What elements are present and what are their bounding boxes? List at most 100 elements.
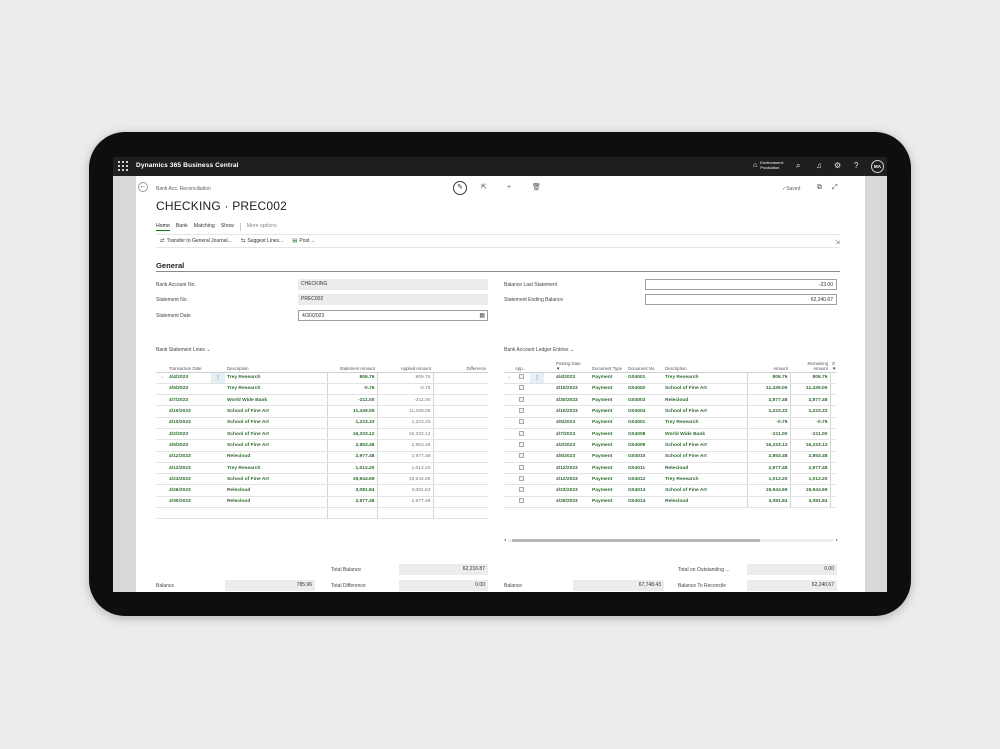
row-actions-cell[interactable] [530,496,544,509]
description-cell[interactable]: Trey Research [225,383,327,396]
row-actions-cell[interactable] [211,473,225,486]
filter-icon[interactable]: ▼ [556,366,560,371]
transaction-date-cell[interactable]: 4/10/2023 [167,417,211,429]
tab-show[interactable]: Show [221,223,234,231]
suggest-lines-button[interactable]: ⇆ Suggest Lines... [241,238,283,244]
posting-date-cell[interactable]: 4/29/2023 [554,496,590,509]
table-row[interactable]: 4/5/2023 Trey Research -0.76 -0.76 [156,383,488,396]
applied-cell[interactable] [513,428,530,441]
statement-amount-cell[interactable]: -211.00 [326,394,377,407]
posting-date-cell[interactable]: 4/12/2023 [554,473,590,486]
statement-amount-cell[interactable]: 2,853.48 [326,439,377,452]
document-type-cell[interactable]: Payment [590,473,626,486]
document-no-cell[interactable]: G04010 [626,451,663,463]
transaction-date-cell[interactable]: 4/12/2023 [167,462,211,475]
remaining-amount-cell[interactable]: 3,081.84 [789,496,830,509]
statement-amount-cell[interactable]: -0.76 [326,383,377,396]
table-row[interactable]: 4/23/2023 School of Fine Art 19,944.69 19,9… [156,473,488,486]
document-no-cell[interactable]: G04003 [626,394,663,407]
document-no-cell[interactable]: G04001 [626,417,663,429]
empty-cell[interactable] [225,507,327,520]
applied-checkbox[interactable] [519,374,524,380]
transaction-date-cell[interactable]: 4/12/2023 [167,451,211,463]
col-applied[interactable]: App... [513,358,530,373]
ledger-description-cell[interactable]: Relecloud [663,394,747,407]
amount-cell[interactable]: 2,977.48 [746,462,790,475]
row-actions-cell[interactable] [530,394,544,407]
table-row[interactable]: → 4/4/2023 ⋮ Trey Research 809.76 809.76 [156,372,488,384]
applied-cell[interactable] [513,451,530,463]
more-icon[interactable]: ⋮ [535,376,540,381]
ledger-description-cell[interactable]: Trey Research [663,417,747,429]
description-cell[interactable]: Trey Research [225,372,327,384]
applied-checkbox[interactable] [519,453,524,459]
ledger-description-cell[interactable]: World Wide Bank [663,428,747,441]
remaining-amount-cell[interactable]: 1,223.33 [789,405,830,418]
posting-date-cell[interactable]: 4/30/2023 [554,394,590,407]
add-icon[interactable]: + [507,183,511,193]
posting-date-cell[interactable]: 4/2/2023 [554,439,590,452]
description-cell[interactable]: Trey Research [225,462,327,475]
applied-checkbox[interactable] [519,498,524,504]
document-no-cell[interactable]: G04002 [626,383,663,396]
statement-amount-cell[interactable]: 2,877.48 [326,496,377,509]
table-row[interactable]: 4/12/2023 Relecloud 2,977.48 2,977.48 [156,451,488,463]
row-actions-cell[interactable] [530,484,544,497]
help-icon[interactable]: ? [854,161,858,171]
table-row[interactable]: 4/30/2023 Payment G04003 Relecloud 2,877.48 2… [504,394,836,407]
table-row[interactable]: 4/26/2023 Relecloud 3,081.84 3,081.84 [156,484,488,497]
row-actions-cell[interactable] [211,439,225,452]
document-type-cell[interactable]: Payment [590,417,626,429]
amount-cell[interactable]: 809.76 [746,372,790,384]
table-row[interactable]: 4/5/2023 Payment G04010 School of Fine Art 2… [504,451,836,463]
document-type-cell[interactable]: Payment [590,484,626,497]
row-actions-cell[interactable] [530,473,544,486]
transaction-date-cell[interactable]: 4/5/2023 [167,383,211,396]
edit-icon[interactable]: ✎ [453,181,467,195]
ledger-description-cell[interactable]: School of Fine Art [663,484,747,497]
document-type-cell[interactable]: Payment [590,383,626,396]
empty-cell[interactable] [376,507,433,520]
section-general-title[interactable]: General [156,261,184,270]
document-type-cell[interactable]: Payment [590,372,626,384]
description-cell[interactable]: School of Fine Art [225,405,327,418]
row-actions-cell[interactable] [211,383,225,396]
remaining-amount-cell[interactable]: -211.00 [789,428,830,441]
scroll-left-icon[interactable]: ◂ [504,537,506,542]
document-no-cell[interactable]: G04009 [626,439,663,452]
col-amount[interactable]: Amount [747,358,790,373]
col-document-type[interactable]: Document Type [590,358,626,373]
description-cell[interactable]: Relecloud [225,484,327,497]
amount-cell[interactable]: -211.00 [746,428,790,441]
description-cell[interactable]: School of Fine Art [225,428,327,441]
transaction-date-cell[interactable]: 4/5/2023 [167,439,211,452]
empty-cell[interactable] [156,507,167,520]
document-type-cell[interactable]: Payment [590,394,626,407]
col-document-no[interactable]: Document No. [626,358,663,373]
ledger-description-cell[interactable]: Relecloud [663,462,747,475]
table-row[interactable]: 4/2/2023 School of Fine Art 16,333.12 16,33… [156,428,488,441]
remaining-amount-cell[interactable]: 2,853.48 [789,451,830,463]
row-actions-cell[interactable] [211,451,225,463]
applied-cell[interactable] [513,394,530,407]
posting-date-cell[interactable]: 4/4/2023 [554,372,590,384]
row-actions-cell[interactable] [211,405,225,418]
applied-checkbox[interactable] [519,430,524,436]
col-description[interactable]: Description [225,358,327,373]
table-row[interactable]: 4/30/2023 Relecloud 2,877.48 2,877.48 [156,496,488,509]
table-row[interactable]: 4/5/2023 School of Fine Art 2,853.48 2,853.… [156,439,488,452]
amount-cell[interactable]: 1,223.33 [746,405,790,418]
empty-cell[interactable] [211,507,225,520]
table-row[interactable]: 4/23/2023 Payment G04013 School of Fine Art… [504,484,836,497]
amount-cell[interactable]: 2,853.48 [746,451,790,463]
table-row[interactable]: 4/12/2023 Payment G04011 Relecloud 2,977.48 2… [504,462,836,475]
applied-cell[interactable] [513,383,530,396]
transaction-date-cell[interactable]: 4/26/2023 [167,484,211,497]
remaining-amount-cell[interactable]: 11,439.05 [789,383,830,396]
ledger-description-cell[interactable]: Trey Research [663,473,747,486]
ledger-description-cell[interactable]: School of Fine Art [663,383,747,396]
row-actions-cell[interactable] [530,417,544,429]
applied-cell[interactable] [513,439,530,452]
description-cell[interactable]: Relecloud [225,451,327,463]
row-actions-cell[interactable] [211,428,225,441]
